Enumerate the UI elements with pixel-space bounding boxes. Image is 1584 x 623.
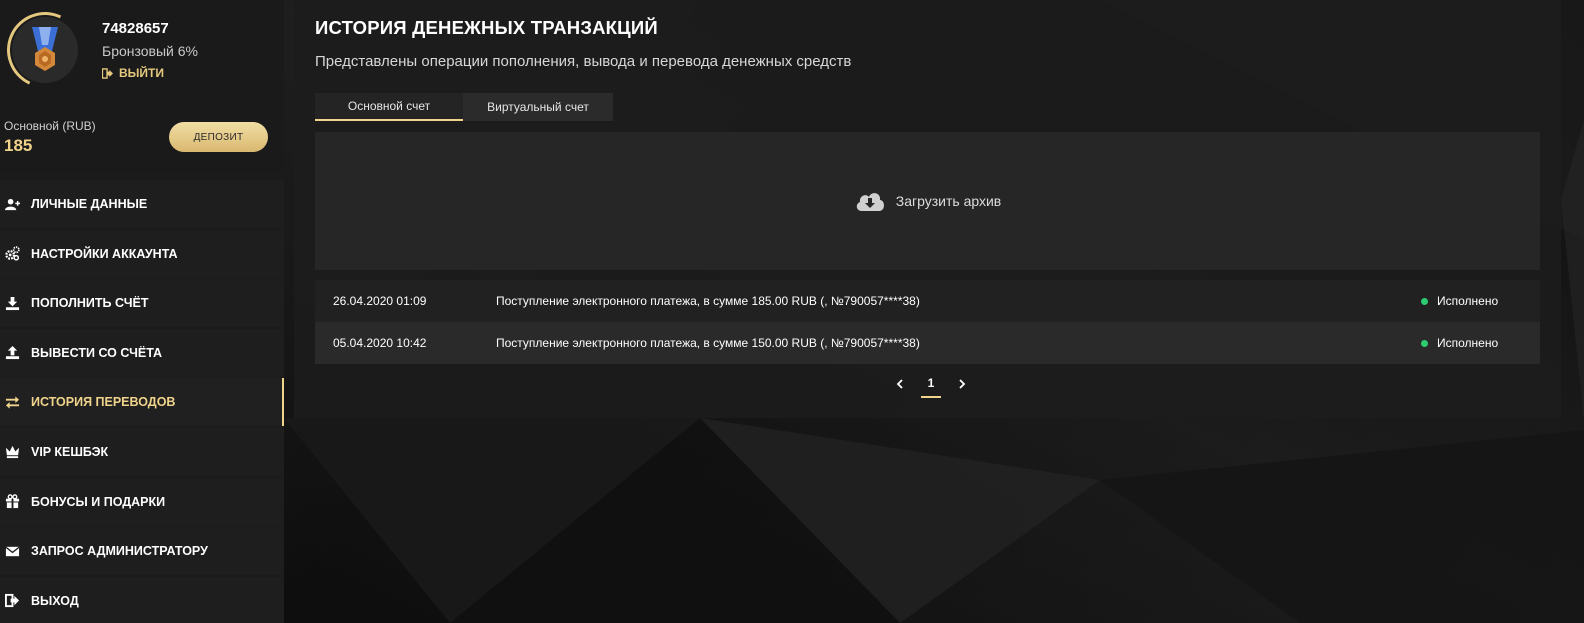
transaction-description: Поступление электронного платежа, в сумм…: [496, 336, 920, 350]
page-number[interactable]: 1: [921, 370, 941, 398]
status-dot-icon: [1421, 297, 1428, 305]
sidebar-item-label: ПОПОЛНИТЬ СЧЁТ: [31, 296, 149, 311]
sidebar-item-deposit[interactable]: ПОПОЛНИТЬ СЧЁТ: [0, 279, 284, 328]
account-tabs: Основной счет Виртуальный счет: [315, 93, 613, 121]
balance-label: Основной (RUB): [4, 119, 96, 133]
sidebar-item-label: VIP КЕШБЭК: [31, 444, 109, 459]
cloud-download-icon: [856, 193, 884, 211]
table-row: 26.04.2020 01:09 Поступление электронног…: [315, 280, 1540, 322]
sidebar-item-label: ВЫВЕСТИ СО СЧЁТА: [31, 345, 163, 360]
sign-out-icon: [4, 593, 20, 609]
logout-label: ВЫЙТИ: [119, 66, 164, 80]
sign-out-icon: [102, 67, 113, 79]
tab-virtual-account[interactable]: Виртуальный счет: [463, 93, 613, 121]
next-page-button[interactable]: [953, 372, 971, 396]
loyalty-level: Бронзовый 6%: [102, 43, 198, 59]
sidebar-item-account-settings[interactable]: НАСТРОЙКИ АККАУНТА: [0, 229, 284, 278]
sidebar-menu: ЛИЧНЫЕ ДАННЫЕ НАСТРОЙКИ АККАУНТА ПОПОЛНИ…: [0, 180, 284, 623]
sidebar-item-bonuses[interactable]: БОНУСЫ И ПОДАРКИ: [0, 477, 284, 526]
envelope-icon: [4, 543, 20, 559]
sidebar-item-admin-request[interactable]: ЗАПРОС АДМИНИСТРАТОРУ: [0, 527, 284, 576]
profile-card: 74828657 Бронзовый 6% ВЫЙТИ Основной (RU…: [0, 0, 284, 172]
sidebar-item-label: ЛИЧНЫЕ ДАННЫЕ: [31, 197, 148, 211]
upload-icon: [4, 345, 20, 361]
avatar-background: [12, 17, 78, 83]
sidebar-item-label: ВЫХОД: [31, 593, 79, 608]
username: 74828657: [102, 20, 169, 37]
table-row: 05.04.2020 10:42 Поступление электронног…: [315, 322, 1540, 364]
transaction-date: 26.04.2020 01:09: [333, 294, 427, 308]
deposit-button[interactable]: ДЕПОЗИТ: [169, 122, 268, 152]
download-archive-label: Загрузить архив: [895, 193, 1002, 209]
chevron-right-icon: [959, 379, 966, 389]
status-label: Исполнено: [1437, 336, 1499, 350]
status-dot-icon: [1421, 339, 1428, 347]
sidebar-item-personal-data[interactable]: ЛИЧНЫЕ ДАННЫЕ: [0, 180, 284, 228]
user-plus-icon: [4, 196, 20, 212]
gears-icon: [4, 246, 20, 262]
pagination: 1: [891, 370, 971, 398]
prev-page-button[interactable]: [891, 372, 909, 396]
transaction-status: Исполнено: [1421, 336, 1498, 350]
download-icon: [4, 295, 20, 311]
chevron-left-icon: [896, 379, 903, 389]
tab-main-account[interactable]: Основной счет: [315, 93, 463, 121]
sidebar-item-label: ИСТОРИЯ ПЕРЕВОДОВ: [31, 395, 176, 410]
avatar: [0, 1, 94, 99]
logout-link[interactable]: ВЫЙТИ: [102, 66, 164, 80]
page-title: ИСТОРИЯ ДЕНЕЖНЫХ ТРАНЗАКЦИЙ: [315, 17, 658, 38]
sidebar-item-logout[interactable]: ВЫХОД: [0, 576, 284, 623]
transaction-description: Поступление электронного платежа, в сумм…: [496, 294, 920, 308]
balance-value: 185: [4, 136, 33, 155]
sidebar-item-label: НАСТРОЙКИ АККАУНТА: [31, 246, 178, 261]
exchange-icon: [4, 394, 20, 410]
sidebar-item-label: ЗАПРОС АДМИНИСТРАТОРУ: [31, 544, 208, 559]
page-subtitle: Представлены операции пополнения, вывода…: [315, 53, 852, 70]
sidebar-item-withdraw[interactable]: ВЫВЕСТИ СО СЧЁТА: [0, 328, 284, 377]
sidebar-item-label: БОНУСЫ И ПОДАРКИ: [31, 494, 166, 509]
sidebar: 74828657 Бронзовый 6% ВЫЙТИ Основной (RU…: [0, 0, 284, 623]
sidebar-item-transfer-history[interactable]: ИСТОРИЯ ПЕРЕВОДОВ: [0, 378, 284, 427]
gift-icon: [4, 494, 20, 510]
transaction-date: 05.04.2020 10:42: [333, 336, 427, 350]
transaction-status: Исполнено: [1421, 294, 1498, 308]
crown-icon: [4, 444, 20, 460]
bronze-medal-icon: [32, 27, 58, 71]
transactions-panel: ИСТОРИЯ ДЕНЕЖНЫХ ТРАНЗАКЦИЙ Представлены…: [294, 0, 1561, 418]
status-label: Исполнено: [1437, 294, 1499, 308]
sidebar-item-vip-cashback[interactable]: VIP КЕШБЭК: [0, 427, 284, 476]
transactions-table: 26.04.2020 01:09 Поступление электронног…: [315, 280, 1540, 364]
download-archive-button[interactable]: Загрузить архив: [315, 132, 1540, 270]
